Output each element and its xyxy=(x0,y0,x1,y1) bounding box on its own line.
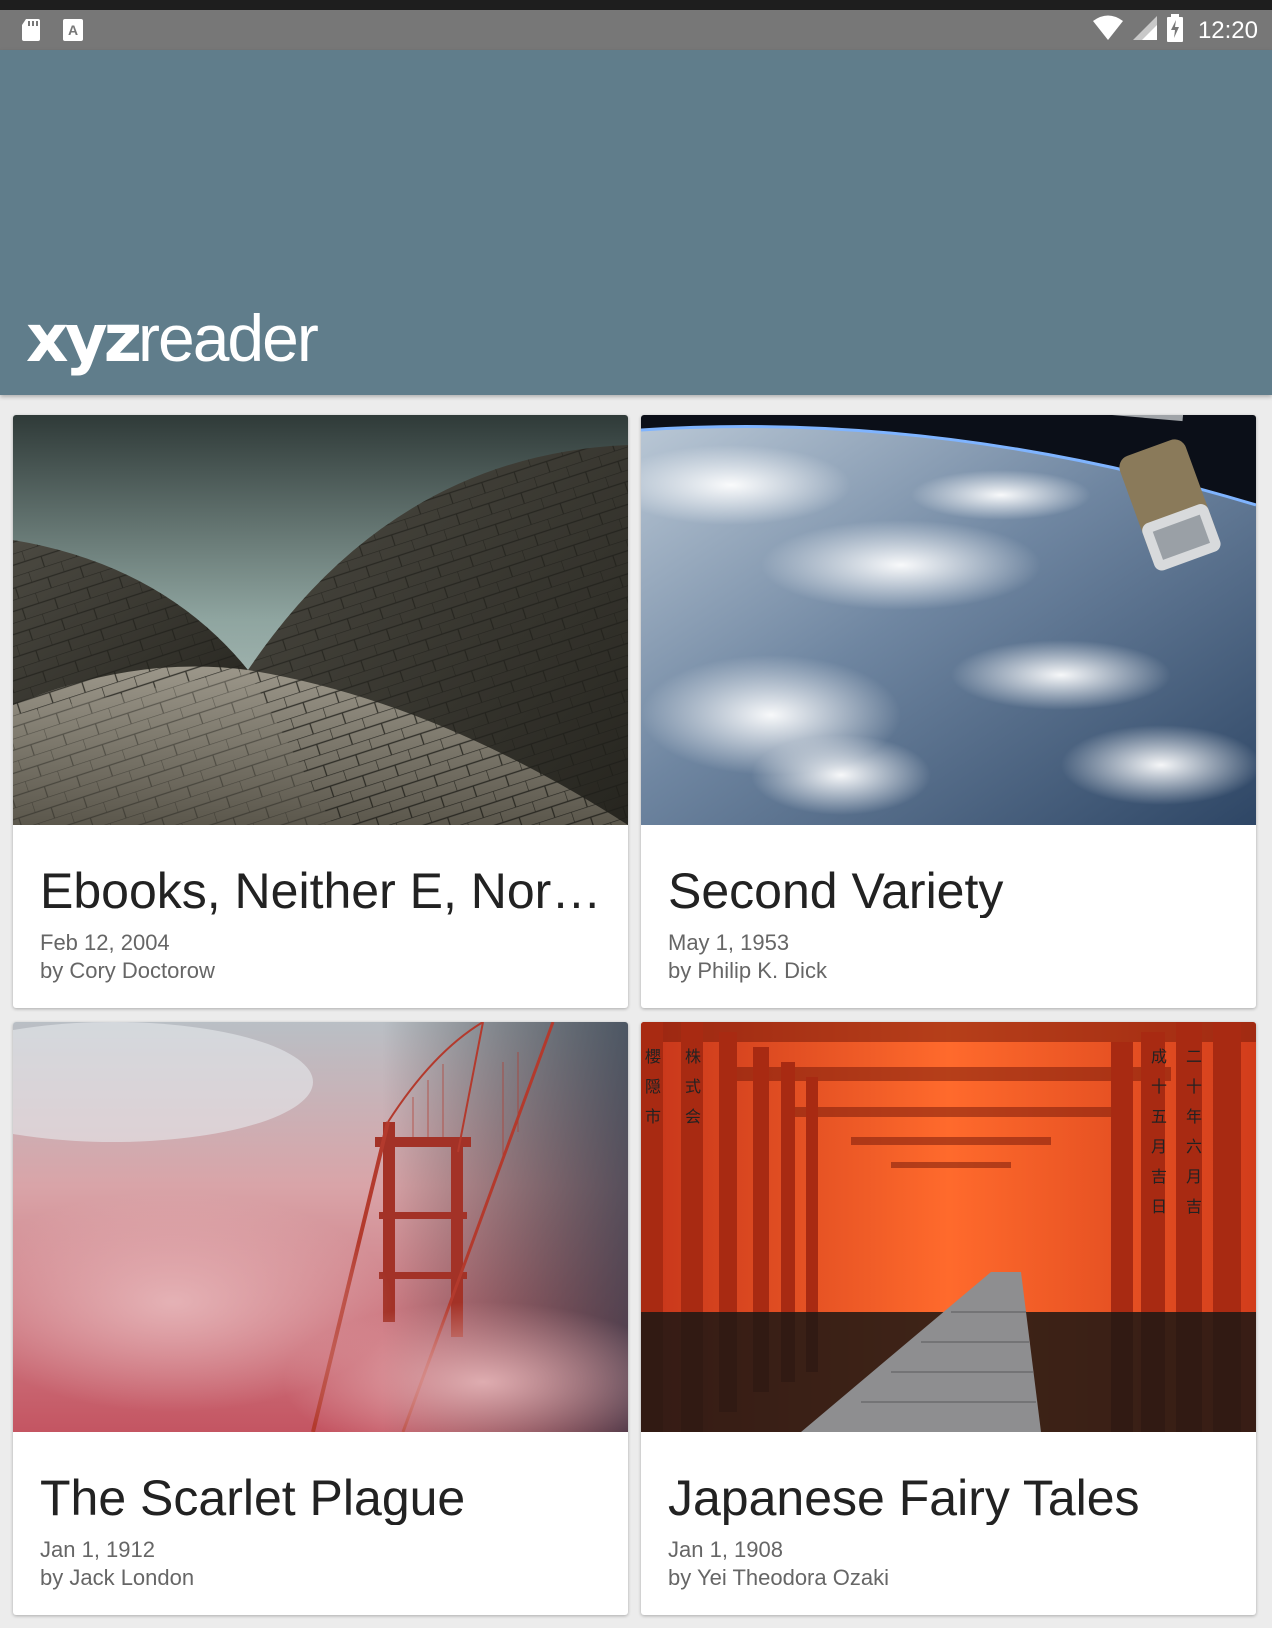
svg-text:株: 株 xyxy=(685,1047,701,1066)
article-author: by Philip K. Dick xyxy=(668,958,827,983)
screen-top-edge xyxy=(0,0,1272,10)
article-author: by Jack London xyxy=(40,1565,195,1590)
svg-text:市: 市 xyxy=(645,1107,661,1126)
article-title: Japanese Fairy Tales xyxy=(668,1472,1140,1525)
article-date: May 1, 1953 xyxy=(668,930,790,955)
article-thumbnail: 二十年 六月吉 成十五 月吉日 櫻隠市 株式会 xyxy=(641,1022,1256,1432)
svg-text:二: 二 xyxy=(1186,1047,1202,1066)
wifi-icon xyxy=(1092,15,1124,46)
svg-text:成: 成 xyxy=(1151,1047,1167,1066)
svg-text:六: 六 xyxy=(1186,1137,1202,1156)
app-logo: xyzreader xyxy=(26,305,319,372)
svg-text:月: 月 xyxy=(1151,1137,1167,1156)
svg-text:隠: 隠 xyxy=(645,1077,661,1096)
svg-text:吉: 吉 xyxy=(1151,1167,1167,1186)
status-time: 12:20 xyxy=(1197,16,1258,44)
cell-signal-icon xyxy=(1132,15,1158,46)
article-title: Ebooks, Neither E, Nor Books xyxy=(40,865,610,918)
font-a-icon: A xyxy=(62,18,84,47)
article-card[interactable]: 二十年 六月吉 成十五 月吉日 櫻隠市 株式会 Japanese Fairy T… xyxy=(641,1022,1256,1615)
article-card[interactable]: Second Variety May 1, 1953 by Philip K. … xyxy=(641,415,1256,1008)
article-thumbnail xyxy=(13,415,628,825)
logo-bold-text: xyz xyxy=(26,300,142,377)
svg-text:式: 式 xyxy=(685,1077,701,1096)
article-date: Feb 12, 2004 xyxy=(40,930,170,955)
article-author: by Cory Doctorow xyxy=(40,958,215,983)
svg-text:吉: 吉 xyxy=(1186,1197,1202,1216)
article-author: by Yei Theodora Ozaki xyxy=(668,1565,889,1590)
svg-text:五: 五 xyxy=(1151,1107,1167,1126)
svg-text:十: 十 xyxy=(1151,1077,1167,1096)
svg-text:月: 月 xyxy=(1186,1167,1202,1186)
article-title: The Scarlet Plague xyxy=(40,1472,466,1525)
logo-light-text: reader xyxy=(138,301,319,375)
sd-card-icon xyxy=(20,18,42,47)
svg-text:日: 日 xyxy=(1151,1197,1167,1216)
svg-text:会: 会 xyxy=(685,1107,701,1126)
status-bar: A 12:20 xyxy=(0,10,1272,50)
app-bar: xyzreader xyxy=(0,50,1272,395)
svg-text:A: A xyxy=(68,22,78,38)
svg-text:年: 年 xyxy=(1186,1107,1202,1126)
article-date: Jan 1, 1908 xyxy=(668,1537,783,1562)
article-card[interactable]: The Scarlet Plague Jan 1, 1912 by Jack L… xyxy=(13,1022,628,1615)
article-card[interactable]: Ebooks, Neither E, Nor Books Feb 12, 200… xyxy=(13,415,628,1008)
svg-text:十: 十 xyxy=(1186,1077,1202,1096)
battery-charging-icon xyxy=(1166,14,1184,47)
svg-text:櫻: 櫻 xyxy=(645,1047,661,1066)
article-thumbnail xyxy=(13,1022,628,1432)
article-date: Jan 1, 1912 xyxy=(40,1537,155,1562)
article-title: Second Variety xyxy=(668,865,1004,918)
article-thumbnail xyxy=(641,415,1256,825)
